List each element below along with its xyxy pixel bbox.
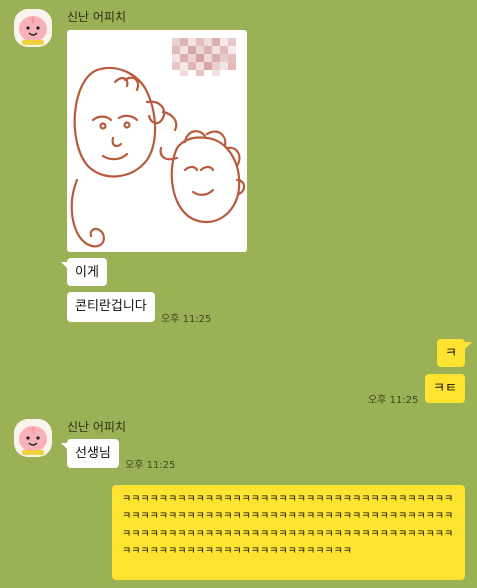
message-time: 오후 11:25 <box>161 314 212 325</box>
message-text: ㅋㅋㅋㅋㅋㅋㅋㅋㅋㅋㅋㅋㅋㅋㅋㅋㅋㅋㅋㅋㅋㅋㅋㅋㅋㅋㅋㅋㅋㅋㅋㅋㅋㅋㅋㅋㅋㅋㅋㅋ… <box>122 494 454 558</box>
apeach-avatar-icon[interactable] <box>14 9 52 47</box>
my-message-bubble[interactable]: ㅋ <box>437 339 465 367</box>
apeach-avatar-icon[interactable] <box>14 419 52 457</box>
message-text: ㅋ <box>445 346 457 361</box>
sender-name: 신난 어피치 <box>67 420 127 434</box>
my-message-bubble[interactable]: ㅋㅌ <box>425 374 465 403</box>
message-text: 선생님 <box>75 446 111 461</box>
message-bubble[interactable]: 이게 <box>67 258 107 286</box>
bubble-tail <box>465 342 472 349</box>
message-text: 이게 <box>75 265 99 280</box>
bubble-tail <box>61 443 68 450</box>
cartoon-drawing-image[interactable] <box>67 30 247 252</box>
my-long-message-bubble[interactable]: ㅋㅋㅋㅋㅋㅋㅋㅋㅋㅋㅋㅋㅋㅋㅋㅋㅋㅋㅋㅋㅋㅋㅋㅋㅋㅋㅋㅋㅋㅋㅋㅋㅋㅋㅋㅋㅋㅋㅋㅋ… <box>112 485 465 580</box>
sender-name: 신난 어피치 <box>67 10 127 24</box>
message-time: 오후 11:25 <box>125 460 176 471</box>
message-time: 오후 11:25 <box>368 395 419 406</box>
message-bubble[interactable]: 선생님 <box>67 439 119 468</box>
message-bubble[interactable]: 콘티란겁니다 <box>67 292 155 322</box>
bubble-tail <box>61 262 68 269</box>
message-text: 콘티란겁니다 <box>75 299 147 314</box>
message-text: ㅋㅌ <box>433 381 457 396</box>
